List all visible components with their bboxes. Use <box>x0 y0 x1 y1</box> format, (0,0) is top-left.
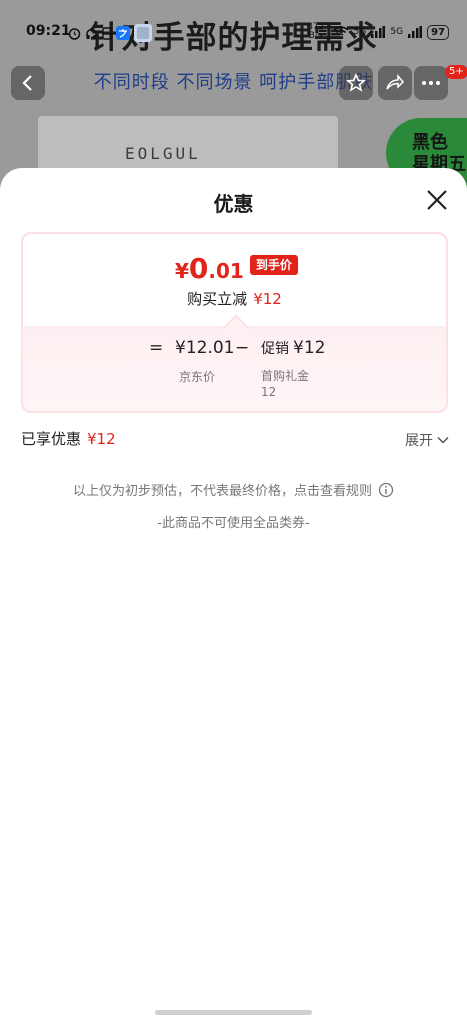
favorite-button[interactable] <box>339 66 373 100</box>
signal-bars-icon <box>371 26 386 38</box>
buy-discount-amount: ¥12 <box>253 290 282 308</box>
final-price-currency: ¥ <box>175 259 189 283</box>
signal-bars-icon <box>408 26 423 38</box>
sheet-title: 优惠 <box>213 192 254 216</box>
minus-sign: − <box>235 338 250 358</box>
wifi-icon <box>333 26 349 36</box>
price-breakdown-card: ¥ 0 .01 到手价 购买立减 ¥12 = ¥12.01 京东价 − 促销 ¥12… <box>21 232 448 413</box>
enjoyed-discount-amount: ¥12 <box>87 430 116 448</box>
status-bar: 09:21 872 B/s 5G 5G 97 <box>0 20 467 44</box>
buy-discount-label: 购买立减 <box>187 290 248 308</box>
network-speed: 872 B/s <box>307 22 325 41</box>
share-icon <box>386 74 405 90</box>
share-button[interactable] <box>378 66 412 100</box>
signal-1-label: 5G <box>353 27 367 37</box>
final-price-tag: 到手价 <box>249 254 298 275</box>
promo-desc-line2: 12 <box>261 385 277 399</box>
brand-logo: EOLGUL <box>125 144 201 163</box>
jd-price-label: 京东价 <box>179 370 216 384</box>
signal-2-label: 5G <box>390 27 404 37</box>
price-note-row[interactable]: 以上仅为初步预估，不代表最终价格，点击查看规则 <box>0 480 467 499</box>
more-button[interactable] <box>414 66 448 100</box>
promo-amount: ¥12 <box>293 338 326 358</box>
jd-price-value: ¥12.01 <box>175 338 235 358</box>
sim-icon <box>102 26 112 40</box>
expand-label: 展开 <box>405 433 433 449</box>
enjoyed-discount-row: 已享优惠 ¥12 <box>21 428 116 449</box>
buy-discount-row: 购买立减 ¥12 <box>23 288 446 309</box>
discount-sheet: 优惠 ¥ 0 .01 到手价 购买立减 ¥12 = ¥12.01 京东价 − 促销… <box>0 168 467 1027</box>
final-price-decimal: .01 <box>208 259 244 283</box>
promo-desc-line1: 首购礼金 <box>261 369 310 383</box>
price-formula: = ¥12.01 京东价 − 促销 ¥12 首购礼金 12 <box>23 338 446 400</box>
back-button[interactable] <box>11 66 45 100</box>
chevron-down-icon <box>437 436 449 444</box>
promo-description: 首购礼金 12 <box>261 368 351 400</box>
promo-deduction: 促销 ¥12 <box>261 338 325 358</box>
chevron-left-icon <box>22 75 32 91</box>
enjoyed-discount-label: 已享优惠 <box>21 430 82 448</box>
info-icon <box>378 482 394 497</box>
alipay-icon <box>116 26 130 40</box>
final-price: ¥ 0 .01 到手价 <box>175 252 298 285</box>
app-thumbnail-icon <box>134 24 152 42</box>
coupon-restriction-note: -此商品不可使用全品类券- <box>157 516 310 531</box>
headphones-icon <box>86 28 97 39</box>
expand-button[interactable]: 展开 <box>405 430 449 450</box>
status-system-icons: 872 B/s 5G 5G 97 <box>304 23 449 41</box>
promo-label: 促销 <box>261 341 289 357</box>
equals-sign: = <box>149 338 164 358</box>
battery-indicator: 97 <box>427 24 449 40</box>
close-button[interactable] <box>423 186 451 214</box>
final-price-integer: 0 <box>188 252 209 285</box>
alarm-icon <box>68 27 81 40</box>
status-time: 09:21 <box>26 23 71 39</box>
close-icon <box>427 190 447 210</box>
price-note-text: 以上仅为初步预估，不代表最终价格，点击查看规则 <box>72 484 372 499</box>
status-notification-icons <box>68 24 152 42</box>
home-indicator[interactable] <box>155 1010 312 1015</box>
star-icon <box>346 73 366 92</box>
promo-badge-line1: 黑色 <box>412 132 448 153</box>
cart-count-badge: 5+ <box>445 65 467 79</box>
more-dots-icon <box>422 81 440 85</box>
